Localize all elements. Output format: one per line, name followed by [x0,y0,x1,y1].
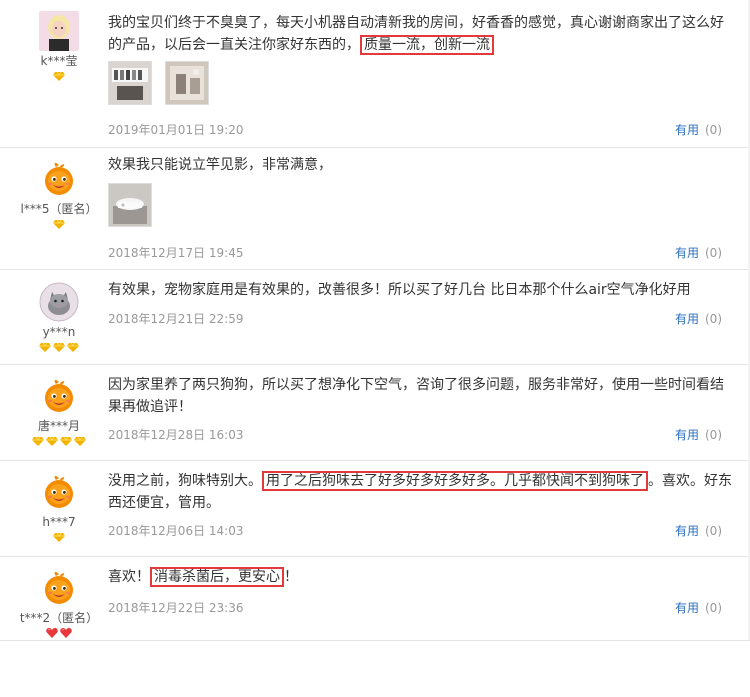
reviewer-name: k***莹 [40,54,78,68]
avatar[interactable] [39,159,79,199]
member-level-icon [0,628,118,639]
useful-count: (0) [705,524,722,538]
review-date: 2018年12月06日 14:03 [108,524,244,538]
useful-button[interactable]: 有用 (0) [675,522,722,539]
review-text: 没用之前，狗味特别大。 用了之后狗味去了好多好多好多好多。几乎都快闻不到狗味了 。喜… [108,471,732,511]
useful-button[interactable]: 有用 (0) [675,121,722,138]
reviewer-info: l***5（匿名） [0,159,118,230]
review-item: 唐***月 因为家里养了两只狗狗，所以买了想净化下空气，咨询了很多问题，服务非常… [0,365,750,461]
useful-count: (0) [705,601,722,615]
review-item: t***2（匿名） 喜欢！ 消毒杀菌后，更安心！ 2018年12月22日 23:3… [0,557,750,641]
highlight-box: 用了之后狗味去了好多好多好多好多。几乎都快闻不到狗味了 [262,471,648,491]
reviewer-info: y***n [0,282,118,353]
reviewer-info: h***7 [0,472,118,543]
member-level-icon [0,342,118,353]
review-photo-thumbnail[interactable] [165,61,210,105]
review-item: h***7 没用之前，狗味特别大。 用了之后狗味去了好多好多好多好多。几乎都快闻不… [0,461,750,557]
useful-button[interactable]: 有用 (0) [675,426,722,443]
useful-label[interactable]: 有用 [675,601,699,615]
review-content: 有效果，宠物家庭用是有效果的，改善很多！所以买了好几台 比日本那个什么air空气… [108,279,734,301]
review-date: 2019年01月01日 19:20 [108,123,244,137]
review-content: 喜欢！ 消毒杀菌后，更安心！ [108,566,734,588]
reviewer-info: k***莹 [0,11,118,82]
useful-label[interactable]: 有用 [675,524,699,538]
highlight-box: 质量一流，创新一流 [360,35,494,55]
review-content: 我的宝贝们终于不臭臭了，每天小机器自动清新我的房间，好香香的感觉，真心谢谢商家出… [108,12,734,105]
member-level-icon [0,532,118,543]
review-photos [108,61,734,105]
review-date: 2018年12月21日 22:59 [108,312,244,326]
highlight-box: 消毒杀菌后，更安心 [150,567,284,587]
review-item: l***5（匿名） 效果我只能说立竿见影，非常满意， 2018年12月17日 1… [0,148,750,270]
avatar[interactable] [39,568,79,608]
review-text: 有效果，宠物家庭用是有效果的，改善很多！所以买了好几台 比日本那个什么air空气… [108,282,691,298]
review-text: 因为家里养了两只狗狗，所以买了想净化下空气，咨询了很多问题，服务非常好，使用一些… [108,377,724,415]
useful-label[interactable]: 有用 [675,428,699,442]
useful-label[interactable]: 有用 [675,123,699,137]
review-photo-thumbnail[interactable] [108,61,152,105]
reviewer-name: l***5（匿名） [20,202,98,216]
review-photo-thumbnail[interactable] [108,183,152,227]
avatar[interactable] [39,282,79,322]
useful-button[interactable]: 有用 (0) [675,244,722,261]
review-photos [108,183,734,227]
review-date: 2018年12月28日 16:03 [108,428,244,442]
useful-count: (0) [705,428,722,442]
reviewer-name: h***7 [42,515,76,529]
reviewer-info: t***2（匿名） [0,568,118,639]
review-content: 因为家里养了两只狗狗，所以买了想净化下空气，咨询了很多问题，服务非常好，使用一些… [108,374,734,418]
avatar[interactable] [39,472,79,512]
review-text: 我的宝贝们终于不臭臭了，每天小机器自动清新我的房间，好香香的感觉，真心谢谢商家出… [108,15,724,55]
reviewer-info: 唐***月 [0,376,118,447]
useful-count: (0) [705,123,722,137]
useful-label[interactable]: 有用 [675,312,699,326]
member-level-icon [0,436,118,447]
reviewer-name: y***n [42,325,76,339]
member-level-icon [0,71,118,82]
avatar[interactable] [39,11,79,51]
review-text: 效果我只能说立竿见影，非常满意， [108,157,332,173]
useful-button[interactable]: 有用 (0) [675,310,722,327]
reviewer-name: t***2（匿名） [19,611,99,625]
review-date: 2018年12月22日 23:36 [108,601,244,615]
review-item: k***莹 我的宝贝们终于不臭臭了，每天小机器自动清新我的房间，好香香的感觉，真… [0,0,750,148]
review-content: 没用之前，狗味特别大。 用了之后狗味去了好多好多好多好多。几乎都快闻不到狗味了 。喜… [108,470,734,514]
reviewer-name: 唐***月 [37,419,80,433]
useful-count: (0) [705,312,722,326]
review-content: 效果我只能说立竿见影，非常满意， [108,154,734,227]
member-level-icon [0,219,118,230]
avatar[interactable] [39,376,79,416]
review-text: 喜欢！ 消毒杀菌后，更安心！ [108,567,298,587]
useful-button[interactable]: 有用 (0) [675,599,722,616]
review-item: y***n 有效果，宠物家庭用是有效果的，改善很多！所以买了好几台 比日本那个什… [0,270,750,365]
useful-label[interactable]: 有用 [675,246,699,260]
review-date: 2018年12月17日 19:45 [108,246,244,260]
useful-count: (0) [705,246,722,260]
